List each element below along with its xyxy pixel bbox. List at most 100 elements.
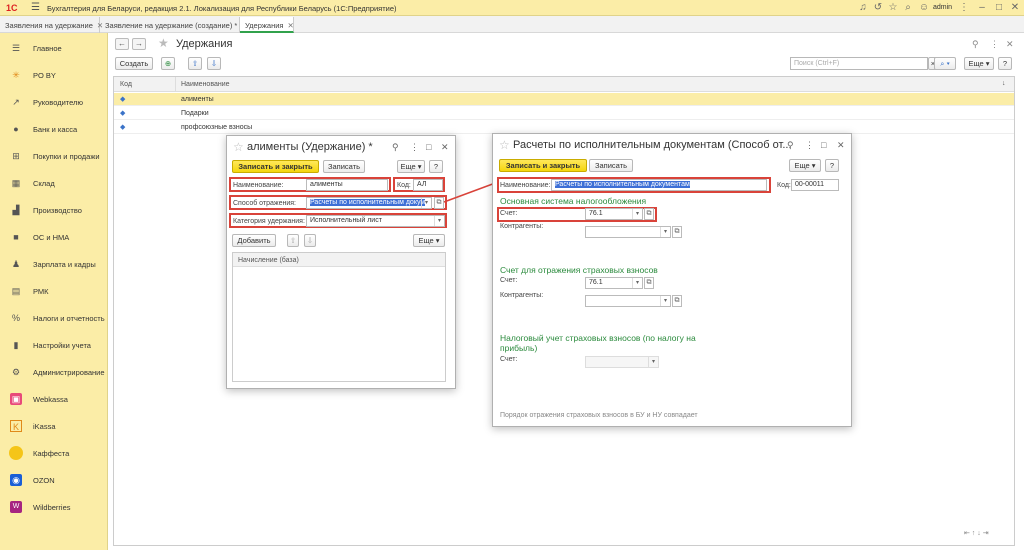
tab-label: Удержания (245, 21, 284, 30)
sidebar-item-label: Зарплата и кадры (33, 260, 96, 269)
table-row[interactable]: ◆ алименты (114, 93, 1014, 106)
tab-deductions[interactable]: Удержания ✕ (240, 17, 294, 33)
save-button[interactable]: Записать (323, 160, 365, 173)
sidebar-item-purchases[interactable]: ⊞ Покупки и продажи (0, 145, 108, 167)
more-icon[interactable]: ⋮ (410, 142, 419, 153)
star-icon[interactable]: ☆ (887, 2, 899, 13)
sidebar-item-ozon[interactable]: ◉ OZON (0, 469, 108, 491)
close-icon[interactable]: ✕ (1006, 39, 1014, 50)
link-icon[interactable]: ⚲ (787, 140, 794, 151)
sidebar-item-taxes[interactable]: % Налоги и отчетность (0, 307, 108, 329)
column-code[interactable]: Код (120, 81, 132, 88)
search-button[interactable]: ⌕ ▾ (934, 57, 956, 70)
tab-applications[interactable]: Заявления на удержание ✕ (0, 17, 103, 33)
account-field[interactable]: 76.1 ▾ (585, 208, 643, 220)
favorite-star-icon[interactable]: ☆ (233, 140, 244, 154)
dropdown-icon[interactable]: ▾ (632, 278, 642, 288)
open-link-icon[interactable]: ⧉ (672, 295, 682, 307)
maximize-icon[interactable]: □ (993, 2, 1005, 13)
bell-icon[interactable]: ♫ (857, 2, 869, 13)
save-close-button[interactable]: Записать и закрыть (499, 159, 587, 172)
favorite-star-icon[interactable]: ★ (158, 36, 169, 50)
dropdown-icon[interactable]: ▾ (660, 227, 670, 237)
more-icon[interactable]: ⋮ (805, 140, 814, 151)
sidebar-item-kaffesta[interactable]: Каффеста (0, 442, 108, 464)
sidebar-item-admin[interactable]: ⚙ Администрирование (0, 361, 108, 383)
link-icon[interactable]: ⚲ (972, 39, 979, 50)
wildberries-icon: W (10, 501, 22, 513)
user-name[interactable]: admin (933, 4, 952, 11)
dropdown-icon[interactable]: ▾ (660, 296, 670, 306)
more-button[interactable]: Еще ▾ (397, 160, 425, 173)
more-button[interactable]: Еще ▾ (964, 57, 994, 70)
close-icon[interactable]: ✕ (837, 140, 845, 151)
back-button[interactable]: ← (115, 38, 129, 50)
save-close-button[interactable]: Записать и закрыть (232, 160, 319, 173)
method-field[interactable]: Расчеты по исполнительным докум ▾ (306, 197, 432, 209)
sidebar-item-wildberries[interactable]: W Wildberries (0, 496, 108, 518)
more-icon[interactable]: ⋮ (990, 39, 999, 50)
tab-application-create[interactable]: Заявление на удержание (создание) *✕ (100, 17, 248, 33)
code-field[interactable]: АЛ (413, 179, 443, 191)
close-icon[interactable]: ✕ (1009, 2, 1021, 13)
sidebar-item-webkassa[interactable]: ▣ Webkassa (0, 388, 108, 410)
column-name[interactable]: Наименование (181, 81, 230, 88)
item-icon: ◆ (120, 124, 126, 131)
link-icon[interactable]: ⚲ (392, 142, 399, 153)
minimize-icon[interactable]: – (976, 2, 988, 13)
add-button[interactable]: Добавить (232, 234, 276, 247)
move-up-button[interactable]: ⇧ (287, 234, 299, 247)
open-link-icon[interactable]: ⧉ (644, 208, 654, 220)
create-button[interactable]: Создать (115, 57, 153, 70)
main-menu-icon[interactable]: ☰ (31, 2, 40, 13)
dropdown-icon[interactable]: ▾ (632, 209, 642, 219)
sidebar-item-bank[interactable]: ● Банк и касса (0, 118, 108, 140)
search-icon[interactable]: ⌕ (902, 2, 914, 13)
dropdown-icon[interactable]: ▾ (434, 216, 444, 226)
close-icon[interactable]: ✕ (441, 142, 449, 153)
maximize-icon[interactable]: □ (426, 142, 431, 152)
sidebar-item-assets[interactable]: ■ ОС и НМА (0, 226, 108, 248)
name-value: Расчеты по исполнительным документам (555, 181, 690, 188)
sidebar-item-po-by[interactable]: ✳ PO BY (0, 64, 108, 86)
sidebar-item-rmk[interactable]: ▤ РМК (0, 280, 108, 302)
contractors-field[interactable]: ▾ (585, 295, 671, 307)
search-input[interactable]: Поиск (Ctrl+F) (790, 57, 928, 70)
sidebar-item-manager[interactable]: ↗ Руководителю (0, 91, 108, 113)
sidebar-item-main[interactable]: ☰ Главное (0, 37, 108, 59)
sort-icon[interactable]: ↓ (1002, 80, 1006, 87)
sidebar-item-production[interactable]: ▟ Производство (0, 199, 108, 221)
open-link-icon[interactable]: ⧉ (644, 277, 654, 289)
move-up-button[interactable]: ⇧ (188, 57, 202, 70)
maximize-icon[interactable]: □ (821, 140, 826, 150)
table-row[interactable]: ◆ Подарки (114, 107, 1014, 120)
create-group-button[interactable]: ⊕ (161, 57, 175, 70)
move-down-button[interactable]: ⇩ (304, 234, 316, 247)
close-tab-icon[interactable]: ✕ (287, 21, 293, 30)
column-accrual[interactable]: Начисление (база) (238, 257, 299, 264)
favorite-star-icon[interactable]: ☆ (499, 138, 510, 152)
sidebar-item-settings[interactable]: ▮ Настройки учета (0, 334, 108, 356)
name-field[interactable]: Расчеты по исполнительным документам (551, 179, 767, 191)
sidebar-item-payroll[interactable]: ♟ Зарплата и кадры (0, 253, 108, 275)
category-field[interactable]: Исполнительный лист ▾ (306, 215, 445, 227)
table-scroll-controls[interactable]: ⇤ ↑ ↓ ⇥ (964, 529, 1012, 541)
sidebar-item-warehouse[interactable]: ▦ Склад (0, 172, 108, 194)
help-button[interactable]: ? (825, 159, 839, 172)
dropdown-icon[interactable]: ▾ (421, 198, 431, 208)
forward-button[interactable]: → (132, 38, 146, 50)
contractors-field[interactable]: ▾ (585, 226, 671, 238)
sidebar-item-ikassa[interactable]: KiKassa (0, 415, 108, 437)
account-field[interactable]: 76.1 ▾ (585, 277, 643, 289)
method-label: Способ отражения: (233, 200, 296, 207)
name-field[interactable]: алименты (306, 179, 388, 191)
history-icon[interactable]: ↺ (872, 2, 884, 13)
save-button[interactable]: Записать (589, 159, 633, 172)
more-button[interactable]: Еще ▾ (789, 159, 821, 172)
open-link-icon[interactable]: ⧉ (672, 226, 682, 238)
help-button[interactable]: ? (998, 57, 1012, 70)
more-icon[interactable]: ⋮ (958, 2, 970, 13)
more-button[interactable]: Еще ▾ (413, 234, 445, 247)
code-field[interactable]: 00-00011 (791, 179, 839, 191)
move-down-button[interactable]: ⇩ (207, 57, 221, 70)
